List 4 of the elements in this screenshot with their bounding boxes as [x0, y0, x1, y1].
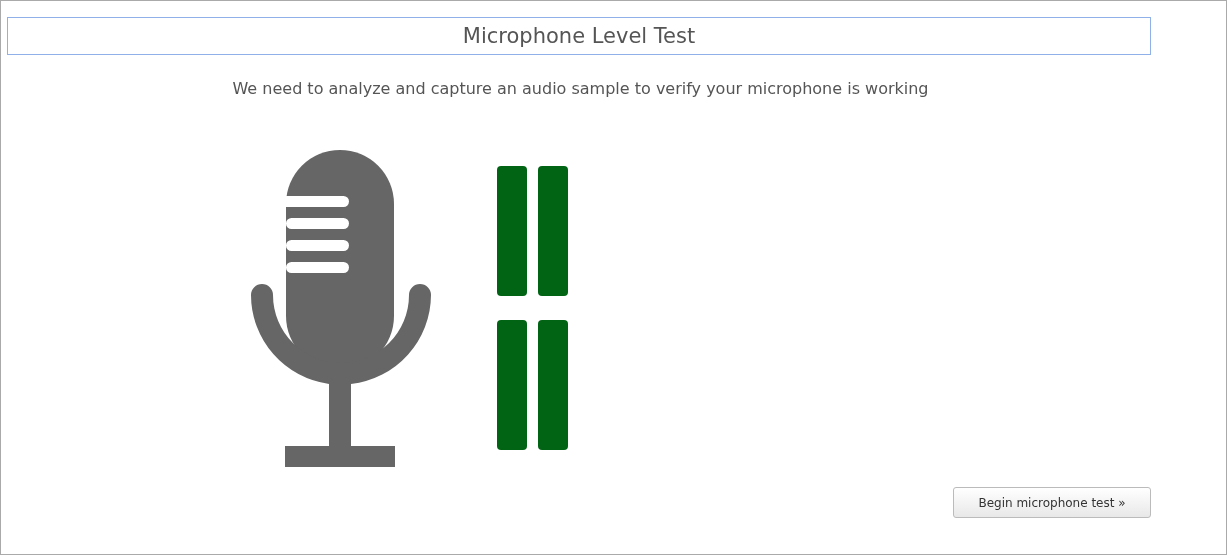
microphone-icon: [251, 150, 431, 467]
page-title: Microphone Level Test: [7, 17, 1151, 55]
begin-test-button[interactable]: Begin microphone test »: [953, 487, 1151, 518]
description-text: We need to analyze and capture an audio sample to verify your microphone is working: [231, 79, 930, 98]
